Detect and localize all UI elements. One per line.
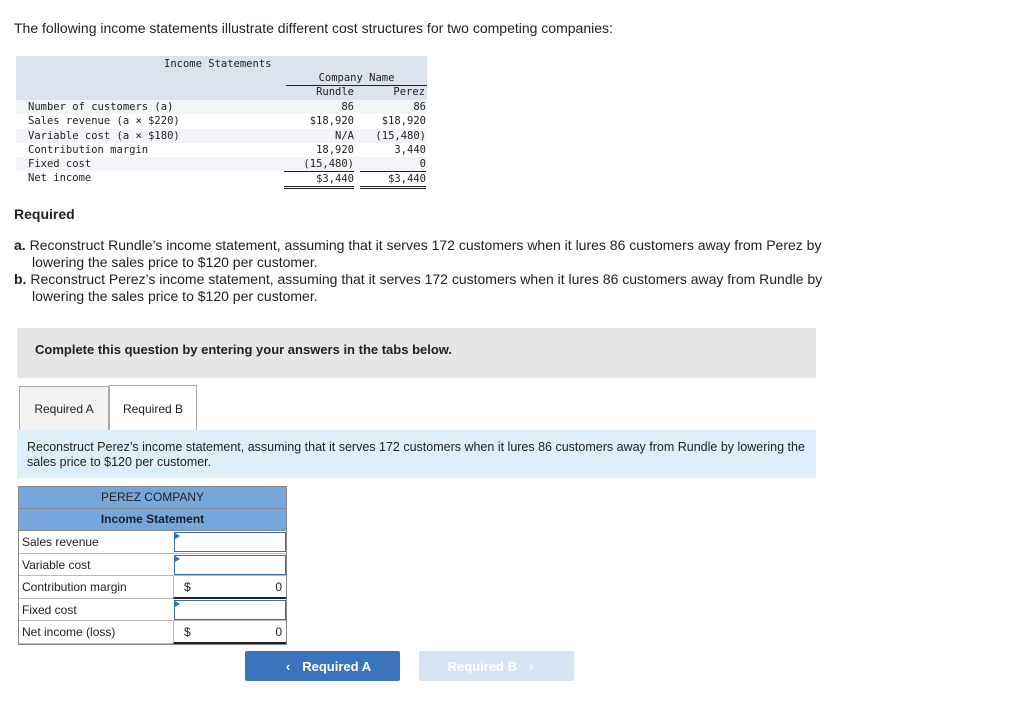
table-row: Contribution margin 18,920 3,440: [28, 143, 426, 156]
table-header: Income Statements Company Name Rundle Pe…: [16, 56, 427, 100]
table-row: Sales revenue (a × $220) $18,920 $18,920: [28, 115, 426, 128]
column-header-rundle: Rundle: [316, 86, 354, 98]
form-row-net-income: Net income (loss) $ 0: [19, 621, 286, 644]
chevron-left-icon: ‹: [285, 658, 291, 674]
perez-income-statement-form: PEREZ COMPANY Income Statement Sales rev…: [18, 486, 287, 645]
instructions-banner: Complete this question by entering your …: [17, 328, 816, 378]
contribution-margin-value: $ 0: [173, 576, 286, 599]
form-company-name: PEREZ COMPANY: [19, 487, 286, 509]
form-title: Income Statement: [19, 509, 286, 531]
prev-required-a-button[interactable]: ‹ Required A: [245, 651, 400, 681]
form-row-variable-cost: Variable cost: [19, 554, 286, 576]
chevron-right-icon: ›: [529, 658, 534, 674]
required-item-a: a. Reconstruct Rundle’s income statement…: [14, 237, 822, 270]
required-list: a. Reconstruct Rundle’s income statement…: [14, 237, 874, 305]
column-header-perez: Perez: [393, 86, 425, 98]
fixed-cost-input[interactable]: [174, 599, 286, 620]
tab-required-b[interactable]: Required B: [109, 385, 197, 431]
tab-required-a[interactable]: Required A: [19, 386, 109, 430]
form-row-contribution-margin: Contribution margin $ 0: [19, 576, 286, 599]
intro-text: The following income statements illustra…: [14, 20, 613, 36]
group-header: Company Name: [286, 72, 427, 86]
next-required-b-button[interactable]: Required B ›: [419, 651, 574, 681]
table-row: Fixed cost (15,480) 0: [16, 157, 427, 172]
tab-instruction: Reconstruct Perez’s income statement, as…: [17, 430, 816, 478]
income-statements-table: Income Statements Company Name Rundle Pe…: [16, 56, 427, 190]
form-row-sales-revenue: Sales revenue: [19, 531, 286, 554]
form-row-fixed-cost: Fixed cost: [19, 599, 286, 621]
variable-cost-input[interactable]: [174, 554, 286, 575]
table-title: Income Statements: [164, 58, 272, 70]
table-row: Variable cost (a × $180) N/A (15,480): [16, 128, 427, 143]
net-income-value: $ 0: [173, 621, 286, 644]
table-row-net-income: Net income $3,440 $3,440: [16, 171, 427, 190]
table-row: Number of customers (a) 86 86: [16, 100, 427, 115]
required-heading: Required: [14, 206, 75, 222]
required-item-b: b. Reconstruct Perez’s income statement,…: [14, 271, 823, 304]
sales-revenue-input[interactable]: [174, 532, 286, 552]
